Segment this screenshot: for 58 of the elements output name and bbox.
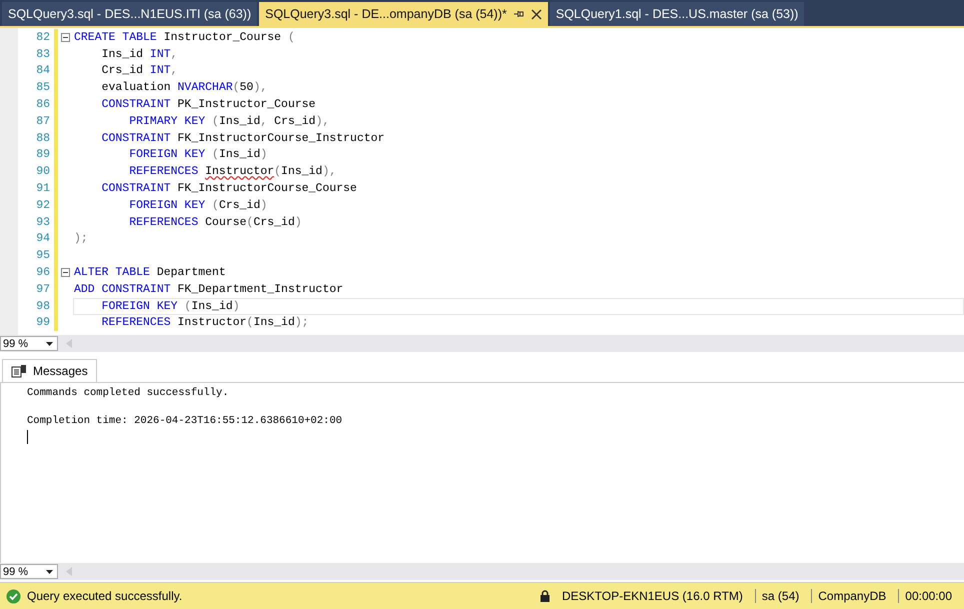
line-number: 87 xyxy=(35,114,51,128)
code-line: REFERENCES Course(Crs_id) xyxy=(128,216,302,229)
line-number: 82 xyxy=(35,30,51,44)
line-number: 84 xyxy=(35,64,51,78)
code-line: CONSTRAINT FK_InstructorCourse_Course xyxy=(100,182,357,196)
database-name: CompanyDB xyxy=(811,589,892,603)
line-number: 86 xyxy=(35,98,51,112)
lock-icon xyxy=(540,590,550,602)
line-number: 94 xyxy=(35,232,51,246)
line-number: 89 xyxy=(35,148,51,162)
document-tab[interactable]: SQLQuery3.sql - DE...ompanyDB (sa (54))* xyxy=(259,2,548,26)
code-line: CONSTRAINT FK_InstructorCourse_Instructor xyxy=(100,132,385,145)
pin-icon[interactable] xyxy=(512,8,525,20)
document-tab[interactable]: SQLQuery3.sql - DES...N1EUS.ITI (sa (63)) xyxy=(2,2,258,26)
line-number: 93 xyxy=(35,216,51,229)
line-number: 91 xyxy=(35,182,51,196)
line-number: 97 xyxy=(35,282,51,296)
messages-tab[interactable]: Messages xyxy=(2,359,97,382)
line-number: 92 xyxy=(35,198,51,212)
line-number: 99 xyxy=(35,316,51,330)
line-number: 90 xyxy=(35,165,51,178)
line-number: 96 xyxy=(35,266,51,280)
caret-icon xyxy=(46,342,53,346)
collapse-icon[interactable] xyxy=(61,32,70,42)
user-name: sa (54) xyxy=(754,589,806,603)
status-message: Query executed successfully. xyxy=(27,589,182,603)
caret-icon xyxy=(46,570,53,574)
collapse-icon[interactable] xyxy=(61,268,70,278)
line-number: 88 xyxy=(35,132,51,145)
line-number: 95 xyxy=(35,249,51,262)
code-line: FOREIGN KEY (Crs_id) xyxy=(128,198,268,212)
code-line: CONSTRAINT PK_Instructor_Course xyxy=(100,98,316,112)
code-line: ALTER TABLE Department xyxy=(74,266,226,280)
server-name: DESKTOP-EKN1EUS (16.0 RTM) xyxy=(560,589,744,603)
code-line: FOREIGN KEY (Ins_id) xyxy=(128,148,268,162)
zoom-dropdown[interactable]: 99 % xyxy=(0,564,58,579)
message-text: Completion time: 2026-04-23T16:55:12.6386610+02:00 xyxy=(27,415,342,427)
line-number: 83 xyxy=(35,48,51,61)
elapsed-time: 00:00:00 xyxy=(898,589,958,603)
code-line: evaluation NVARCHAR(50), xyxy=(100,81,268,94)
code-line: REFERENCES Instructor(Ins_id), xyxy=(128,165,336,178)
line-number: 98 xyxy=(35,300,51,313)
line-number: 85 xyxy=(35,81,51,94)
document-tab[interactable]: SQLQuery1.sql - DES...US.master (sa (53)) xyxy=(550,2,804,26)
code-line: Ins_id INT, xyxy=(100,48,178,61)
success-check-icon xyxy=(6,588,21,604)
code-line: ); xyxy=(74,232,88,246)
code-line: Crs_id INT, xyxy=(100,64,178,78)
code-line: REFERENCES Instructor(Ins_id); xyxy=(100,316,309,330)
text-cursor xyxy=(27,430,28,444)
code-line: CREATE TABLE Instructor_Course ( xyxy=(74,30,295,44)
code-line: FOREIGN KEY (Ins_id) xyxy=(100,300,240,313)
code-line: PRIMARY KEY (Ins_id, Crs_id), xyxy=(128,114,330,128)
zoom-dropdown[interactable]: 99 % xyxy=(0,336,58,351)
message-text: Commands completed successfully. xyxy=(27,387,229,399)
code-line: ADD CONSTRAINT FK_Department_Instructor xyxy=(74,282,344,296)
close-icon[interactable] xyxy=(530,8,542,20)
messages-icon xyxy=(11,364,27,378)
